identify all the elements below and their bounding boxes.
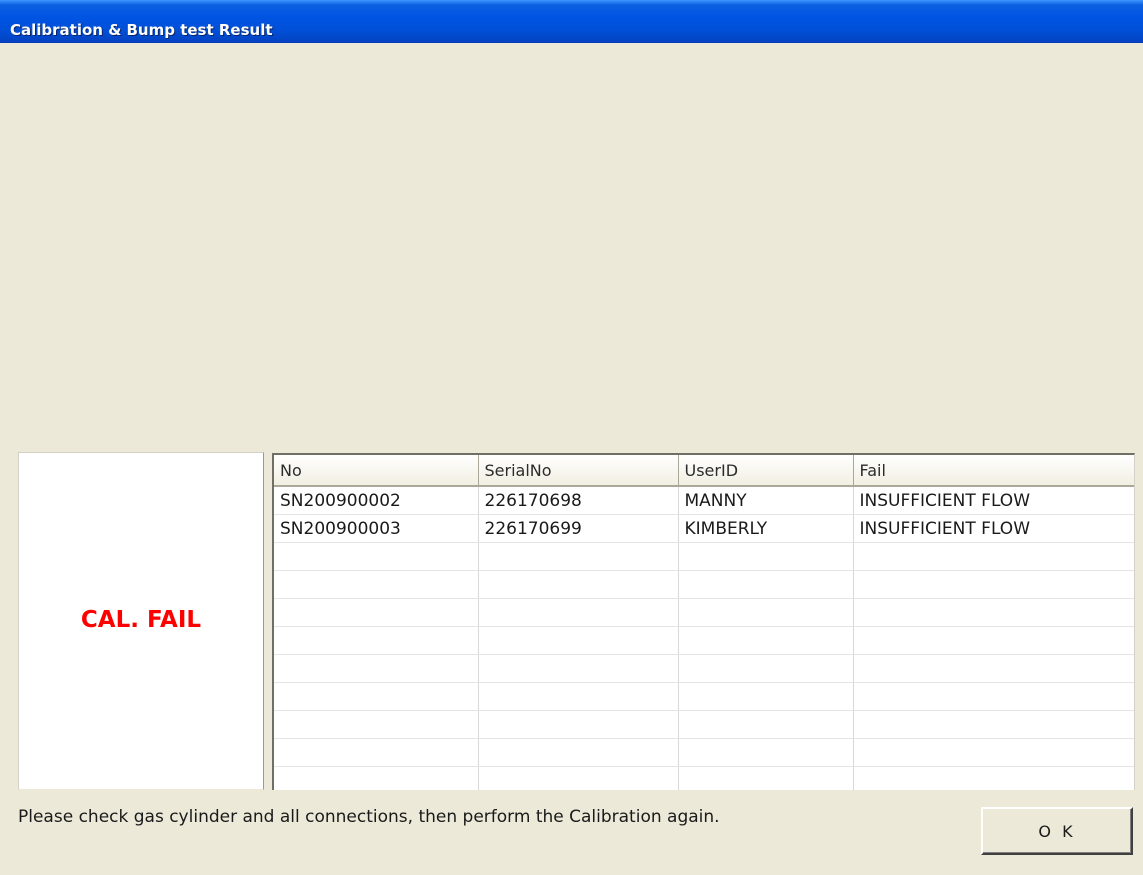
empty-cell <box>853 626 1134 655</box>
cell-no: SN200900002 <box>274 486 479 515</box>
empty-cell <box>274 626 479 655</box>
results-grid[interactable]: No SerialNo UserID Fail SN200900002 2261… <box>272 453 1135 790</box>
empty-cell <box>274 598 479 627</box>
empty-cell <box>853 654 1134 683</box>
empty-cell <box>478 542 679 571</box>
empty-cell <box>274 682 479 711</box>
column-header-serialno[interactable]: SerialNo <box>478 455 679 487</box>
empty-row <box>274 710 1134 739</box>
empty-cell <box>478 682 679 711</box>
cell-userid: KIMBERLY <box>678 514 854 543</box>
empty-cell <box>478 626 679 655</box>
empty-cell <box>678 682 854 711</box>
empty-cell <box>853 766 1134 790</box>
table-row[interactable]: SN200900003 226170699 KIMBERLY INSUFFICI… <box>274 514 1134 543</box>
column-header-userid[interactable]: UserID <box>678 455 854 487</box>
cell-no: SN200900003 <box>274 514 479 543</box>
calibration-status-text: CAL. FAIL <box>80 607 202 633</box>
empty-cell <box>678 766 854 790</box>
empty-cell <box>678 598 854 627</box>
empty-cell <box>478 598 679 627</box>
empty-cell <box>678 542 854 571</box>
empty-cell <box>678 710 854 739</box>
empty-cell <box>853 542 1134 571</box>
title-bar[interactable]: Calibration & Bump test Result <box>0 0 1143 43</box>
empty-row <box>274 654 1134 683</box>
cell-userid: MANNY <box>678 486 854 515</box>
empty-row <box>274 570 1134 599</box>
empty-cell <box>678 570 854 599</box>
empty-row <box>274 766 1134 790</box>
empty-cell <box>678 626 854 655</box>
cell-fail: INSUFFICIENT FLOW <box>853 486 1134 515</box>
empty-cell <box>478 710 679 739</box>
empty-cell <box>678 738 854 767</box>
empty-row <box>274 542 1134 571</box>
empty-row <box>274 738 1134 767</box>
empty-cell <box>853 598 1134 627</box>
result-dialog: Calibration & Bump test Result CAL. FAIL… <box>0 0 1143 875</box>
empty-cell <box>274 570 479 599</box>
ok-button[interactable]: O K <box>981 807 1133 855</box>
column-header-no[interactable]: No <box>274 455 479 487</box>
empty-cell <box>478 570 679 599</box>
header-row: No SerialNo UserID Fail <box>274 455 1134 487</box>
column-header-fail[interactable]: Fail <box>853 455 1134 487</box>
instruction-message: Please check gas cylinder and all connec… <box>18 807 720 827</box>
results-table: No SerialNo UserID Fail SN200900002 2261… <box>274 455 1134 790</box>
empty-cell <box>274 710 479 739</box>
empty-cell <box>478 738 679 767</box>
empty-cell <box>853 682 1134 711</box>
empty-row <box>274 598 1134 627</box>
cell-serialno: 226170698 <box>478 486 679 515</box>
empty-cell <box>678 654 854 683</box>
empty-row <box>274 682 1134 711</box>
window-title: Calibration & Bump test Result <box>10 21 273 39</box>
status-panel: CAL. FAIL <box>18 452 264 790</box>
empty-cell <box>274 542 479 571</box>
empty-cell <box>853 570 1134 599</box>
empty-cell <box>274 766 479 790</box>
empty-row <box>274 626 1134 655</box>
empty-cell <box>853 710 1134 739</box>
empty-cell <box>853 738 1134 767</box>
cell-fail: INSUFFICIENT FLOW <box>853 514 1134 543</box>
empty-cell <box>478 766 679 790</box>
empty-cell <box>478 654 679 683</box>
empty-cell <box>274 654 479 683</box>
cell-serialno: 226170699 <box>478 514 679 543</box>
empty-cell <box>274 738 479 767</box>
table-row[interactable]: SN200900002 226170698 MANNY INSUFFICIENT… <box>274 486 1134 515</box>
